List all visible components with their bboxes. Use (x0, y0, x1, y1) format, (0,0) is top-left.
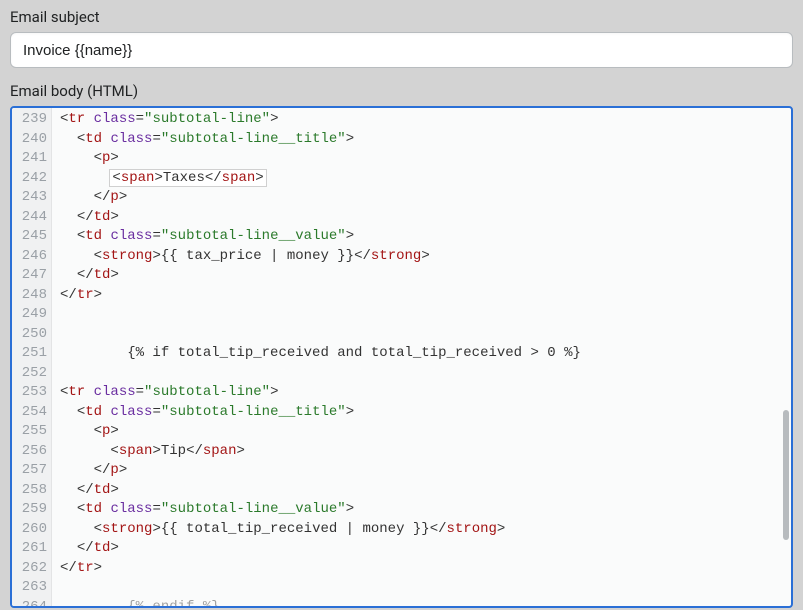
line-number: 250 (12, 325, 47, 345)
code-line[interactable]: <td class="subtotal-line__title"> (60, 130, 775, 150)
line-number: 249 (12, 305, 47, 325)
line-number: 241 (12, 149, 47, 169)
code-line[interactable]: <td class="subtotal-line__title"> (60, 403, 775, 423)
code-line[interactable]: </td> (60, 539, 775, 559)
code-line[interactable] (60, 305, 775, 325)
code-line[interactable]: <strong>{{ tax_price | money }}</strong> (60, 247, 775, 267)
code-line[interactable]: <span>Taxes</span> (60, 169, 775, 189)
line-number: 263 (12, 578, 47, 598)
email-subject-label: Email subject (10, 8, 793, 26)
code-line[interactable] (60, 364, 775, 384)
line-number: 239 (12, 110, 47, 130)
code-line[interactable]: <tr class="subtotal-line"> (60, 110, 775, 130)
code-line[interactable]: <span>Tip</span> (60, 442, 775, 462)
code-line[interactable]: </td> (60, 481, 775, 501)
spacer (10, 68, 793, 82)
code-area[interactable]: <tr class="subtotal-line"> <td class="su… (52, 108, 781, 606)
line-number: 254 (12, 403, 47, 423)
code-line[interactable]: </p> (60, 461, 775, 481)
code-line[interactable]: <p> (60, 422, 775, 442)
code-line[interactable]: </tr> (60, 286, 775, 306)
code-line[interactable]: <strong>{{ total_tip_received | money }}… (60, 520, 775, 540)
line-number: 251 (12, 344, 47, 364)
code-line[interactable]: <td class="subtotal-line__value"> (60, 227, 775, 247)
code-line[interactable] (60, 578, 775, 598)
code-line[interactable]: </td> (60, 208, 775, 228)
line-number: 245 (12, 227, 47, 247)
line-number: 242 (12, 169, 47, 189)
code-line[interactable]: <p> (60, 149, 775, 169)
email-body-label: Email body (HTML) (10, 82, 793, 100)
line-number: 256 (12, 442, 47, 462)
code-line[interactable]: </td> (60, 266, 775, 286)
line-number: 243 (12, 188, 47, 208)
code-line[interactable]: {% if total_tip_received and total_tip_r… (60, 344, 775, 364)
line-number: 255 (12, 422, 47, 442)
line-number: 258 (12, 481, 47, 501)
email-subject-input[interactable] (10, 32, 793, 68)
line-number: 248 (12, 286, 47, 306)
code-line[interactable]: </p> (60, 188, 775, 208)
line-number: 260 (12, 520, 47, 540)
scrollbar-thumb[interactable] (783, 410, 789, 540)
line-number: 246 (12, 247, 47, 267)
line-number: 264 (12, 598, 47, 609)
line-number: 257 (12, 461, 47, 481)
line-number: 247 (12, 266, 47, 286)
code-line[interactable] (60, 325, 775, 345)
line-number: 253 (12, 383, 47, 403)
line-number: 252 (12, 364, 47, 384)
line-number: 262 (12, 559, 47, 579)
vertical-scrollbar[interactable] (781, 110, 789, 604)
line-number: 244 (12, 208, 47, 228)
line-number: 261 (12, 539, 47, 559)
line-number: 240 (12, 130, 47, 150)
page: Email subject Email body (HTML) 23924024… (0, 0, 803, 610)
code-line[interactable]: <td class="subtotal-line__value"> (60, 500, 775, 520)
line-number: 259 (12, 500, 47, 520)
line-number-gutter: 2392402412422432442452462472482492502512… (12, 108, 52, 606)
email-body-editor[interactable]: 2392402412422432442452462472482492502512… (10, 106, 793, 608)
code-line[interactable]: </tr> (60, 559, 775, 579)
code-line[interactable]: {% endif %} (60, 598, 775, 607)
code-line[interactable]: <tr class="subtotal-line"> (60, 383, 775, 403)
